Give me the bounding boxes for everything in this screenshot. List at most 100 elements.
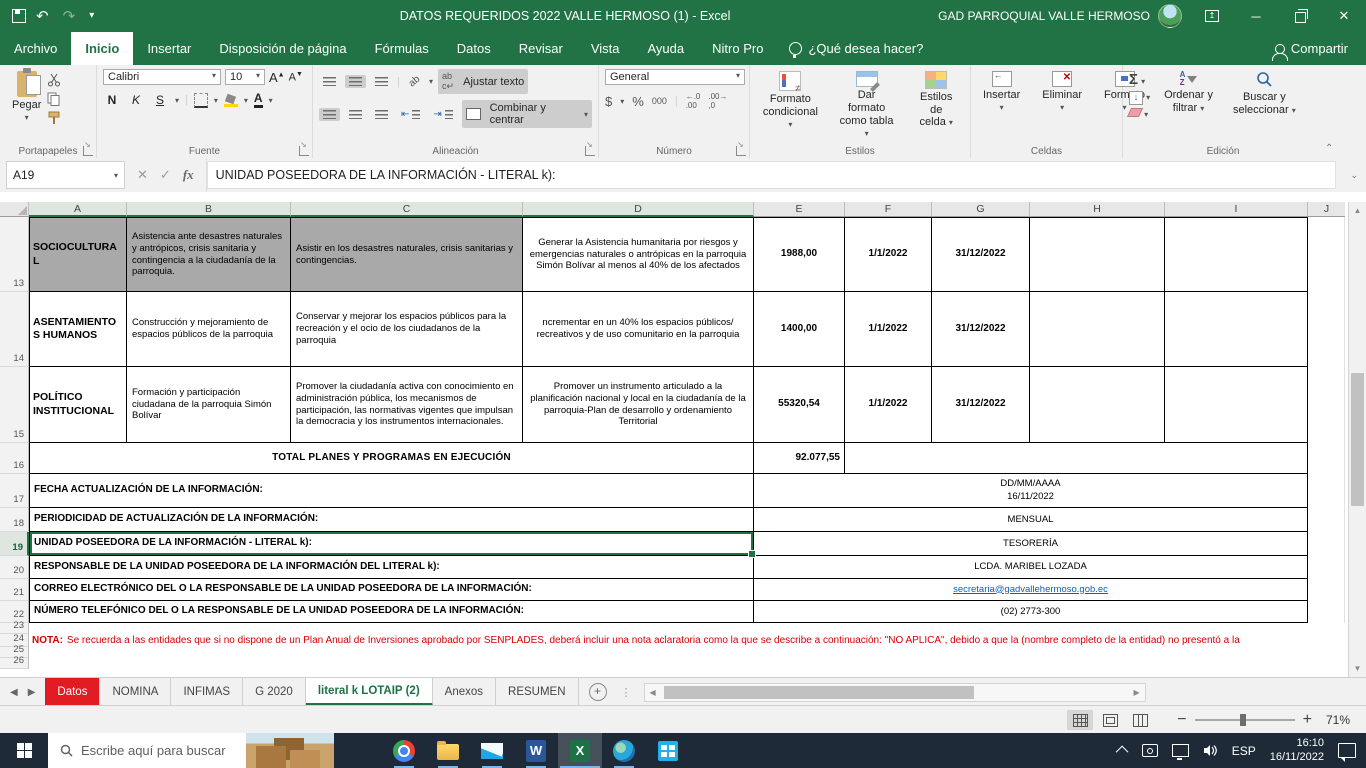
- fill-color-icon[interactable]: [224, 94, 238, 107]
- cell-A15[interactable]: POLÍTICO INSTITUCIONAL: [29, 367, 127, 443]
- cell-responsable-label[interactable]: RESPONSABLE DE LA UNIDAD POSEEDORA DE LA…: [29, 556, 754, 579]
- merge-center-button[interactable]: Combinar y centrar ▾: [462, 100, 592, 128]
- minimize-button[interactable]: ─: [1234, 0, 1278, 32]
- clipboard-dialog-launcher-icon[interactable]: [83, 146, 93, 156]
- cell-I13[interactable]: [1165, 217, 1308, 292]
- number-format-combobox[interactable]: General▾: [605, 69, 745, 85]
- cell-B14[interactable]: Construcción y mejoramiento de espacios …: [127, 292, 291, 367]
- taskbar-edge-icon[interactable]: [602, 733, 646, 768]
- sheet-tab-literal-k-lotaip-2[interactable]: literal k LOTAIP (2): [306, 678, 433, 706]
- formula-input[interactable]: UNIDAD POSEEDORA DE LA INFORMACIÓN - LIT…: [207, 161, 1337, 189]
- tab-inicio[interactable]: Inicio: [71, 32, 133, 65]
- search-highlight-image[interactable]: [246, 733, 334, 768]
- tab-insertar[interactable]: Insertar: [133, 32, 205, 65]
- cell-I15[interactable]: [1165, 367, 1308, 443]
- cell-H13[interactable]: [1030, 217, 1165, 292]
- conditional-formatting-button[interactable]: Formatocondicional ▾: [756, 69, 825, 142]
- cell-F15[interactable]: 1/1/2022: [845, 367, 932, 443]
- enter-entry-icon[interactable]: ✓: [160, 167, 171, 183]
- sheet-tab-resumen[interactable]: RESUMEN: [496, 678, 579, 706]
- cell-D14[interactable]: ncrementar en un 40% los espacios públic…: [523, 292, 754, 367]
- cell-telefono-label[interactable]: NÚMERO TELEFÓNICO DEL O LA RESPONSABLE D…: [29, 601, 754, 623]
- ribbon-display-options-button[interactable]: ↥: [1190, 0, 1234, 32]
- align-left-icon[interactable]: [319, 108, 340, 121]
- sheet-tab-nomina[interactable]: NOMINA: [100, 678, 171, 706]
- cell-A13[interactable]: SOCIOCULTURAL: [29, 217, 127, 292]
- col-header-J[interactable]: J: [1308, 202, 1345, 217]
- tab-vista[interactable]: Vista: [577, 32, 634, 65]
- font-dialog-launcher-icon[interactable]: [299, 146, 309, 156]
- name-box[interactable]: A19 ▾: [6, 161, 125, 189]
- row-header-20[interactable]: 20: [0, 556, 29, 579]
- col-header-D[interactable]: D: [523, 202, 754, 217]
- row-header-16[interactable]: 16: [0, 443, 29, 474]
- row-header-15[interactable]: 15: [0, 367, 29, 443]
- restore-button[interactable]: [1278, 0, 1322, 32]
- row-header-21[interactable]: 21: [0, 579, 29, 601]
- cell-B13[interactable]: Asistencia ante desastres naturales y an…: [127, 217, 291, 292]
- borders-icon[interactable]: [194, 93, 208, 108]
- clear-icon[interactable]: ▾: [1129, 108, 1150, 120]
- cell-periodicidad-label[interactable]: PERIODICIDAD DE ACTUALIZACIÓN DE LA INFO…: [29, 508, 754, 532]
- wrap-text-button[interactable]: abc↵ Ajustar texto: [438, 69, 528, 94]
- taskbar-store-icon[interactable]: [646, 733, 690, 768]
- cell-B15[interactable]: Formación y participación ciudadana de l…: [127, 367, 291, 443]
- sheet-tab-anexos[interactable]: Anexos: [433, 678, 496, 706]
- vertical-scroll-thumb[interactable]: [1351, 373, 1364, 506]
- tab-revisar[interactable]: Revisar: [505, 32, 577, 65]
- cell-unidad-label-selected[interactable]: UNIDAD POSEEDORA DE LA INFORMACIÓN - LIT…: [29, 532, 754, 556]
- account-avatar[interactable]: [1158, 4, 1182, 28]
- scroll-down-icon[interactable]: ▼: [1349, 660, 1366, 677]
- font-name-combobox[interactable]: Calibri▾: [103, 69, 221, 85]
- cell-F14[interactable]: 1/1/2022: [845, 292, 932, 367]
- copy-icon[interactable]: [47, 92, 61, 106]
- cell-H14[interactable]: [1030, 292, 1165, 367]
- grow-font-icon[interactable]: A▲: [269, 70, 285, 85]
- tab-nitro-pro[interactable]: Nitro Pro: [698, 32, 777, 65]
- bold-button[interactable]: N: [103, 92, 121, 108]
- hidden-icons-chevron-icon[interactable]: [1119, 746, 1128, 755]
- cell-C15[interactable]: Promover la ciudadanía activa con conoci…: [291, 367, 523, 443]
- tab-disposicion[interactable]: Disposición de página: [205, 32, 360, 65]
- cell-D13[interactable]: Generar la Asistencia humanitaria por ri…: [523, 217, 754, 292]
- zoom-slider-thumb[interactable]: [1240, 714, 1246, 726]
- increase-decimal-icon[interactable]: ←.0.00: [686, 92, 701, 110]
- col-header-I[interactable]: I: [1165, 202, 1308, 217]
- cell-J20[interactable]: [1308, 556, 1345, 579]
- vertical-scrollbar[interactable]: ▲ ▼: [1348, 202, 1366, 677]
- align-middle-icon[interactable]: [345, 75, 366, 88]
- name-box-dropdown-icon[interactable]: ▾: [114, 171, 118, 180]
- cell-total-value[interactable]: 92.077,55: [754, 443, 845, 474]
- scroll-up-icon[interactable]: ▲: [1349, 202, 1366, 219]
- percent-style-icon[interactable]: %: [632, 94, 644, 109]
- cell-C14[interactable]: Conservar y mejorar los espacios público…: [291, 292, 523, 367]
- insert-function-icon[interactable]: fx: [183, 167, 194, 183]
- format-painter-icon[interactable]: [47, 111, 61, 125]
- horizontal-scroll-thumb[interactable]: [664, 686, 974, 699]
- paste-dropdown-icon[interactable]: ▾: [25, 113, 29, 122]
- taskbar-mail-icon[interactable]: [470, 733, 514, 768]
- taskbar-word-icon[interactable]: W: [514, 733, 558, 768]
- sheet-tab-datos[interactable]: Datos: [45, 678, 100, 706]
- cell-C13[interactable]: Asistir en los desastres naturales, cris…: [291, 217, 523, 292]
- row-header-13[interactable]: 13: [0, 217, 29, 292]
- align-top-icon[interactable]: [319, 75, 340, 88]
- new-sheet-icon[interactable]: +: [589, 683, 607, 701]
- cell-G14[interactable]: 31/12/2022: [932, 292, 1030, 367]
- page-layout-view-icon[interactable]: [1097, 710, 1123, 730]
- sheet-tab-g2020[interactable]: G 2020: [243, 678, 306, 706]
- decrease-indent-icon[interactable]: ⇤: [397, 107, 424, 122]
- account-area[interactable]: GAD PARROQUIAL VALLE HERMOSO: [938, 4, 1182, 28]
- underline-button[interactable]: S: [151, 92, 169, 108]
- cell-fecha-label[interactable]: FECHA ACTUALIZACIÓN DE LA INFORMACIÓN:: [29, 474, 754, 508]
- cell-fecha-value[interactable]: DD/MM/AAAA 16/11/2022: [754, 474, 1308, 508]
- page-break-view-icon[interactable]: [1127, 710, 1153, 730]
- taskbar-clock[interactable]: 16:10 16/11/2022: [1270, 737, 1324, 765]
- italic-button[interactable]: K: [127, 92, 145, 108]
- cell-total-filler[interactable]: [845, 443, 1308, 474]
- align-bottom-icon[interactable]: [371, 75, 392, 88]
- row-header-17[interactable]: 17: [0, 474, 29, 508]
- font-size-combobox[interactable]: 10▾: [225, 69, 265, 85]
- cell-J21[interactable]: [1308, 579, 1345, 601]
- normal-view-icon[interactable]: [1067, 710, 1093, 730]
